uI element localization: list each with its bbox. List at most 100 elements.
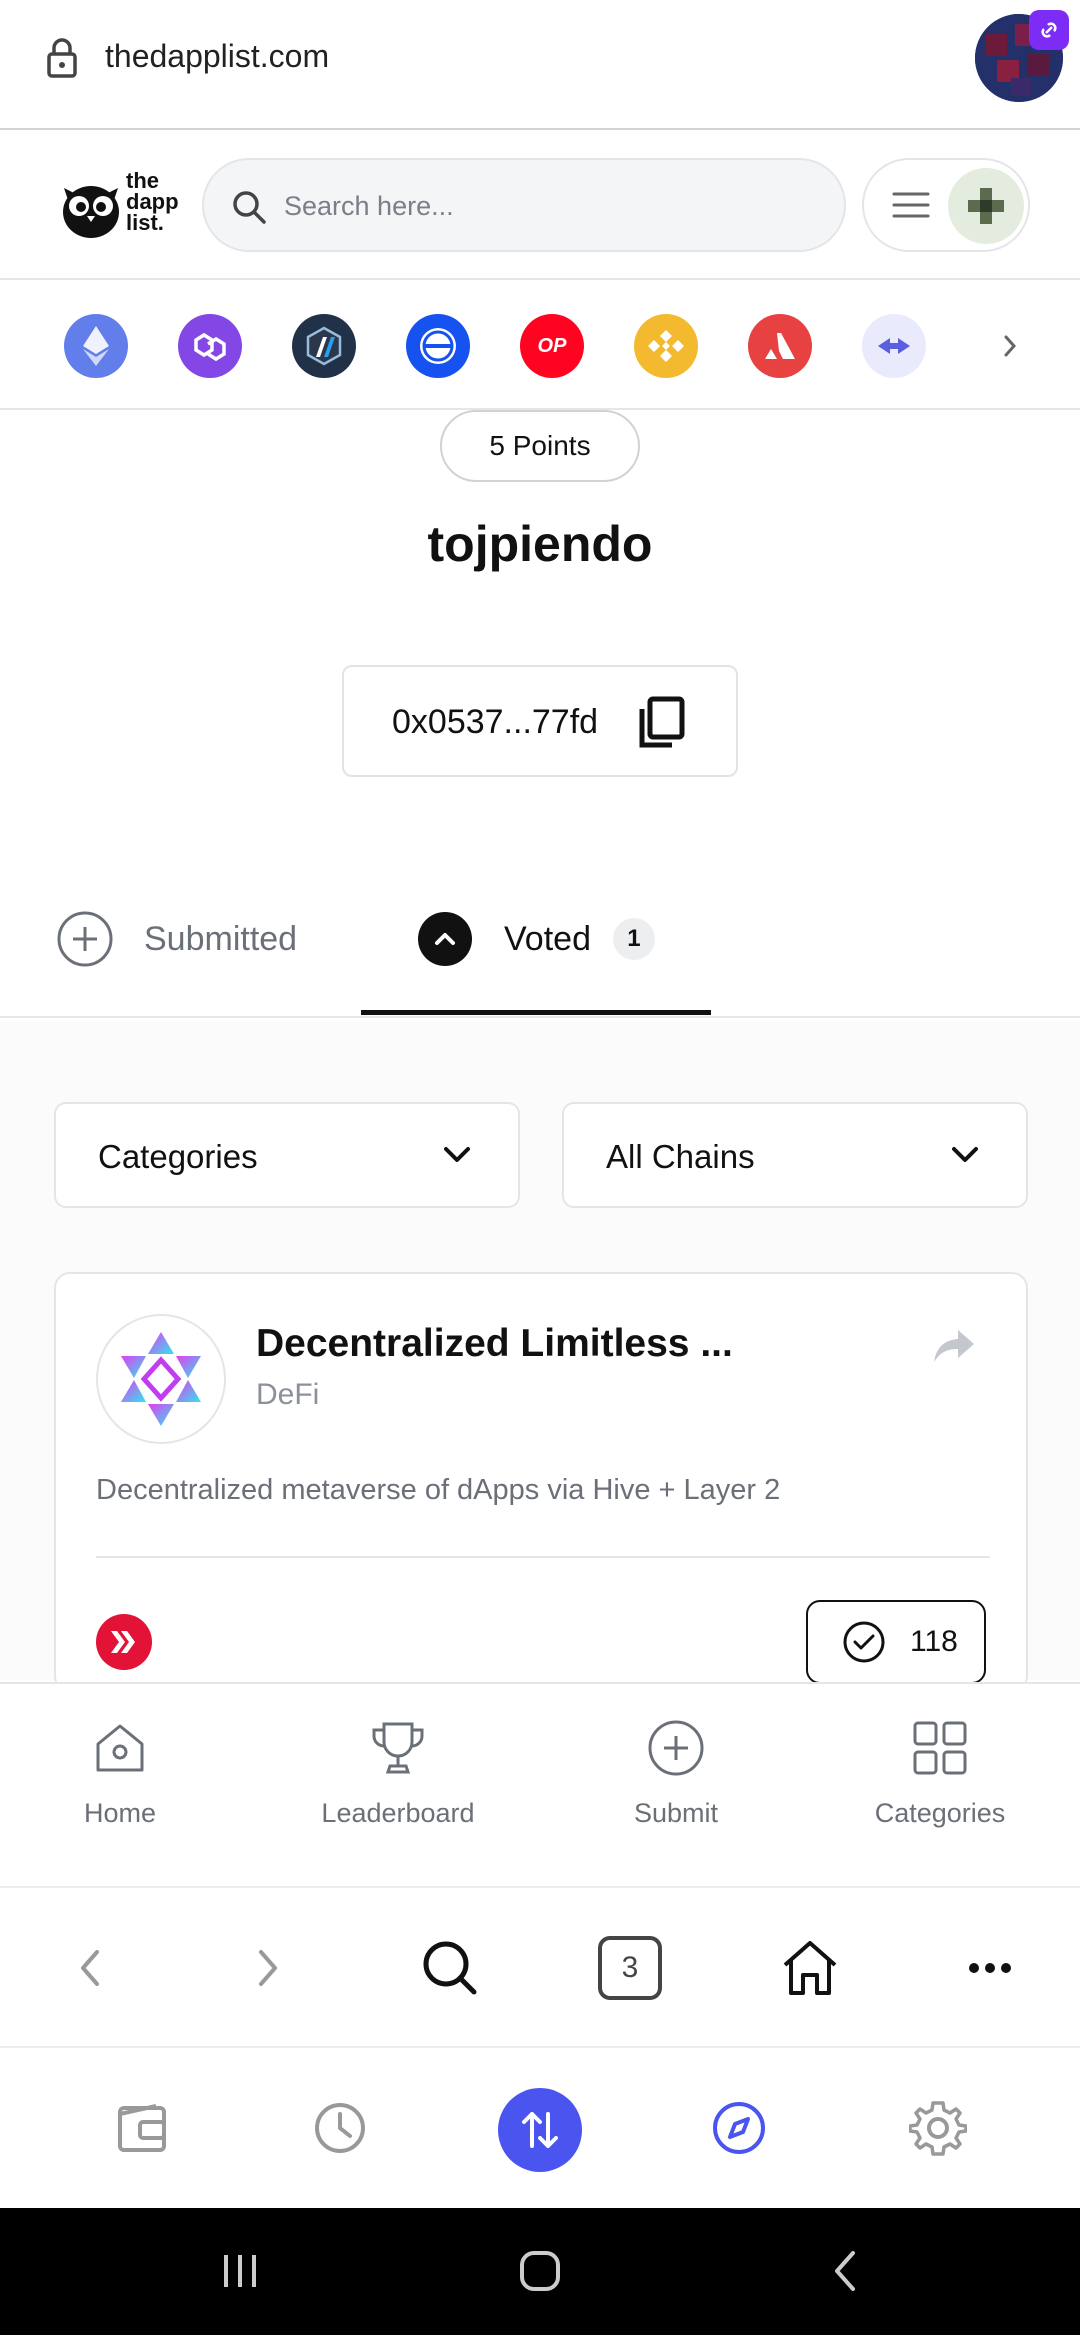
more-dots-icon bbox=[969, 1963, 1011, 1973]
nav-home[interactable]: Home bbox=[20, 1718, 220, 1858]
bnb-icon[interactable] bbox=[634, 314, 698, 378]
ethereum-icon[interactable] bbox=[64, 314, 128, 378]
nav-categories-label: Categories bbox=[874, 1798, 1006, 1828]
home-icon bbox=[783, 1941, 837, 1995]
plus-circle-icon bbox=[57, 911, 113, 967]
nav-categories[interactable]: Categories bbox=[840, 1718, 1040, 1858]
search-bar[interactable] bbox=[202, 158, 846, 252]
android-nav-bar bbox=[0, 2208, 1080, 2335]
chevron-left-icon bbox=[81, 1950, 99, 1986]
trophy-icon bbox=[372, 1722, 424, 1774]
dapp-title[interactable]: Decentralized Limitless ... bbox=[256, 1322, 733, 1366]
bridge-icon[interactable] bbox=[862, 314, 926, 378]
search-icon bbox=[233, 191, 266, 224]
more-options-button[interactable] bbox=[958, 1936, 1022, 2000]
wallet-address: 0x0537...77fd bbox=[392, 703, 599, 741]
search-input[interactable] bbox=[284, 184, 804, 228]
swap-arrows-icon bbox=[522, 2112, 558, 2148]
android-home-button[interactable] bbox=[510, 2246, 570, 2296]
settings-button[interactable] bbox=[898, 2088, 978, 2168]
voted-count-badge: 1 bbox=[612, 918, 655, 960]
android-back-icon bbox=[835, 2251, 855, 2291]
optimism-icon[interactable]: OP bbox=[520, 314, 584, 378]
recent-apps-button[interactable] bbox=[210, 2246, 270, 2296]
browser-search-button[interactable] bbox=[418, 1936, 482, 2000]
tab-voted[interactable]: Voted 1 bbox=[418, 910, 655, 968]
profile-username: tojpiendo bbox=[427, 516, 653, 572]
search-icon bbox=[423, 1941, 477, 1995]
tab-submitted[interactable]: Submitted bbox=[56, 910, 297, 968]
clock-icon bbox=[315, 2103, 365, 2153]
chevron-down-icon bbox=[952, 1147, 978, 1162]
url-text[interactable]: thedapplist.com bbox=[105, 38, 329, 75]
hamburger-menu-icon[interactable] bbox=[892, 190, 930, 220]
categories-dropdown[interactable]: Categories bbox=[54, 1102, 520, 1208]
dapp-logo bbox=[96, 1314, 226, 1444]
points-badge: 5 Points bbox=[440, 410, 640, 482]
compass-icon bbox=[713, 2102, 765, 2154]
copy-icon[interactable] bbox=[636, 695, 688, 751]
categories-dropdown-label: Categories bbox=[98, 1138, 258, 1175]
address-bar: thedapplist.com bbox=[0, 0, 1080, 130]
browser-explore-button[interactable] bbox=[699, 2088, 779, 2168]
nav-submit-label: Submit bbox=[633, 1798, 719, 1828]
share-icon[interactable] bbox=[932, 1326, 976, 1366]
browser-home-button[interactable] bbox=[778, 1936, 842, 2000]
chevron-right-icon bbox=[259, 1950, 277, 1986]
home-icon bbox=[96, 1724, 144, 1772]
polygon-icon[interactable] bbox=[178, 314, 242, 378]
wallet-address-box[interactable]: 0x0537...77fd bbox=[342, 665, 738, 777]
nav-leaderboard-label: Leaderboard bbox=[321, 1798, 475, 1828]
chevron-right-icon bbox=[1004, 335, 1017, 357]
chain-scroll-next-button[interactable] bbox=[978, 314, 1042, 378]
gear-icon bbox=[909, 2101, 967, 2156]
chain-filter-row: OP bbox=[0, 282, 1080, 410]
hive-chain-icon bbox=[96, 1614, 152, 1670]
grid-icon bbox=[913, 1721, 967, 1775]
tab-submitted-label: Submitted bbox=[144, 919, 298, 958]
wallet-icon bbox=[118, 2104, 166, 2152]
profile-avatar[interactable] bbox=[948, 168, 1024, 244]
web3-link-badge-icon bbox=[1029, 10, 1069, 50]
check-circle-icon bbox=[843, 1621, 885, 1663]
lock-icon bbox=[47, 38, 77, 78]
profile-tabs: Submitted Voted 1 bbox=[0, 880, 1080, 1018]
gnosis-icon[interactable] bbox=[406, 314, 470, 378]
dapp-description: Decentralized metaverse of dApps via Hiv… bbox=[96, 1474, 781, 1506]
chains-dropdown[interactable]: All Chains bbox=[562, 1102, 1028, 1208]
history-button[interactable] bbox=[300, 2088, 380, 2168]
nav-leaderboard[interactable]: Leaderboard bbox=[298, 1718, 498, 1858]
back-button[interactable] bbox=[58, 1936, 122, 2000]
vote-count: 118 bbox=[910, 1625, 958, 1658]
tabs-button[interactable]: 3 bbox=[598, 1936, 662, 2000]
account-menu[interactable] bbox=[862, 158, 1030, 252]
android-home-icon bbox=[520, 2251, 560, 2291]
wallet-button[interactable] bbox=[102, 2088, 182, 2168]
avalanche-icon[interactable] bbox=[748, 314, 812, 378]
browser-toolbar: 3 bbox=[0, 1886, 1080, 2046]
card-divider bbox=[96, 1556, 990, 1558]
site-header: the dapp list. bbox=[0, 132, 1080, 280]
upvote-chevron-icon bbox=[418, 912, 472, 966]
swap-button[interactable] bbox=[498, 2088, 582, 2172]
active-tab-indicator bbox=[361, 1010, 711, 1015]
dapp-card[interactable]: Decentralized Limitless ... DeFi Decentr… bbox=[54, 1272, 1028, 1692]
owl-logo-icon[interactable] bbox=[56, 172, 126, 242]
nav-home-label: Home bbox=[83, 1798, 157, 1828]
site-bottom-nav: Home Leaderboard Submit Categories bbox=[0, 1682, 1080, 1884]
arbitrum-icon[interactable] bbox=[292, 314, 356, 378]
chains-dropdown-label: All Chains bbox=[606, 1138, 755, 1175]
dapp-logo-icon bbox=[121, 1332, 201, 1426]
tab-voted-label: Voted bbox=[504, 919, 591, 958]
nav-submit[interactable]: Submit bbox=[576, 1718, 776, 1858]
profile-pattern-icon bbox=[968, 188, 1004, 224]
android-back-button[interactable] bbox=[814, 2246, 874, 2296]
wallet-toolbar bbox=[0, 2046, 1080, 2208]
chevron-down-icon bbox=[444, 1147, 470, 1162]
recent-apps-icon bbox=[224, 2255, 256, 2287]
plus-circle-icon bbox=[648, 1720, 704, 1776]
logo-text: the dapp list. bbox=[126, 168, 179, 235]
dapp-category: DeFi bbox=[256, 1378, 320, 1411]
vote-button[interactable]: 118 bbox=[806, 1600, 986, 1684]
forward-button[interactable] bbox=[236, 1936, 300, 2000]
